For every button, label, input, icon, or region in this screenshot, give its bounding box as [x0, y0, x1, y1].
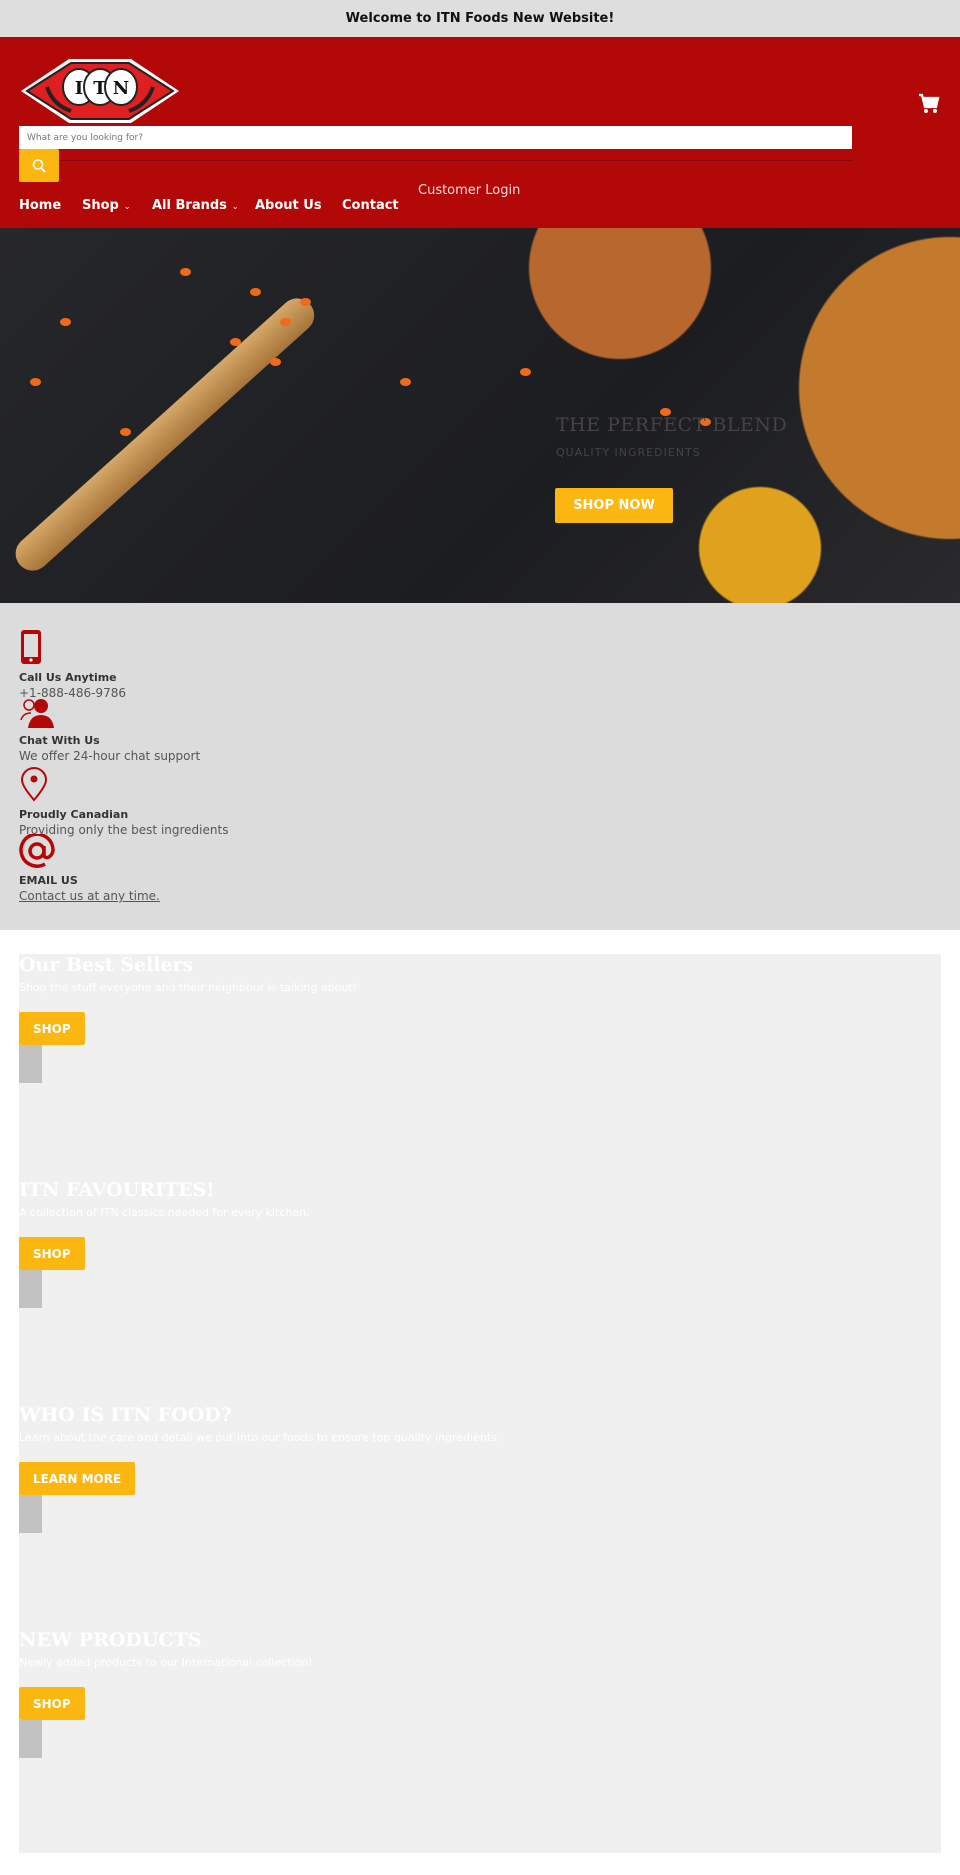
hero-title: THE PERFECT BLEND	[556, 414, 788, 436]
section-title: WHO IS ITN FOOD?	[19, 1404, 232, 1426]
shop-button[interactable]: SHOP	[19, 1237, 85, 1270]
svg-text:N: N	[113, 78, 129, 99]
nav-home[interactable]: Home	[19, 198, 61, 213]
section-favourites: ITN FAVOURITES! A collection of ITN clas…	[19, 1179, 310, 1308]
section-title: Our Best Sellers	[19, 954, 194, 976]
image-placeholder	[19, 1720, 42, 1758]
hero-subtitle: QUALITY INGREDIENTS	[556, 446, 701, 459]
section-title: ITN FAVOURITES!	[19, 1179, 215, 1201]
nav-label: All Brands	[152, 198, 227, 213]
chevron-down-icon: ⌄	[123, 202, 131, 211]
contact-link[interactable]: Contact us at any time.	[19, 889, 160, 903]
section-text: Shop the stuff everyone and their neighb…	[19, 981, 358, 994]
at-icon	[19, 832, 55, 868]
image-placeholder	[19, 1270, 42, 1308]
hero-banner: THE PERFECT BLEND QUALITY INGREDIENTS SH…	[0, 228, 960, 603]
spoon-image	[8, 291, 322, 578]
image-placeholder	[19, 1045, 42, 1083]
section-title: NEW PRODUCTS	[19, 1629, 202, 1651]
learn-more-button[interactable]: LEARN MORE	[19, 1462, 136, 1495]
features-section: Call Us Anytime +1-888-486-9786 Chat Wit…	[0, 603, 960, 930]
feature-email: EMAIL US Contact us at any time.	[19, 832, 160, 903]
feature-chat: Chat With Us We offer 24-hour chat suppo…	[19, 698, 200, 763]
feature-call: Call Us Anytime +1-888-486-9786	[19, 629, 126, 700]
search-underline	[59, 149, 852, 161]
section-new-products: NEW PRODUCTS Newly added products to our…	[19, 1629, 313, 1758]
nav-all-brands[interactable]: All Brands ⌄	[152, 198, 239, 213]
nav-label: About Us	[255, 198, 322, 213]
shop-button[interactable]: SHOP	[19, 1687, 85, 1720]
shop-now-button[interactable]: SHOP NOW	[555, 488, 673, 523]
search-button[interactable]	[19, 149, 59, 182]
users-icon	[20, 699, 54, 728]
nav-label: Contact	[342, 198, 399, 213]
section-who-is-itn: WHO IS ITN FOOD? Learn about the care an…	[19, 1404, 500, 1533]
announcement-bar: Welcome to ITN Foods New Website!	[0, 0, 960, 37]
nav-label: Home	[19, 198, 62, 213]
nav-shop[interactable]: Shop ⌄	[82, 198, 131, 213]
search-input[interactable]	[19, 126, 852, 149]
feature-text: We offer 24-hour chat support	[19, 749, 201, 763]
collections-panel: Our Best Sellers Shop the stuff everyone…	[19, 954, 941, 1853]
feature-canadian: Proudly Canadian Providing only the best…	[19, 766, 228, 837]
search-icon	[32, 158, 46, 173]
feature-title: Call Us Anytime	[19, 671, 117, 684]
cart-icon[interactable]	[918, 93, 940, 115]
svg-text:T: T	[93, 78, 107, 99]
feature-title: Proudly Canadian	[19, 808, 129, 821]
section-text: Newly added products to our Internationa…	[19, 1656, 313, 1669]
feature-title: Chat With Us	[19, 734, 100, 747]
image-placeholder	[19, 1495, 42, 1533]
nav-label: Shop	[82, 198, 119, 213]
feature-text: Contact us at any time.	[19, 889, 160, 903]
shop-button[interactable]: SHOP	[19, 1012, 85, 1045]
feature-title: EMAIL US	[19, 874, 78, 887]
nav-about-us[interactable]: About Us	[255, 198, 322, 213]
nav-contact[interactable]: Contact	[342, 198, 399, 213]
site-header: I T N Customer Login Home Shop ⌄ All Bran…	[0, 37, 960, 228]
phone-icon	[21, 630, 41, 664]
section-best-sellers: Our Best Sellers Shop the stuff everyone…	[19, 954, 357, 1083]
chevron-down-icon: ⌄	[231, 202, 239, 211]
svg-text:I: I	[75, 78, 83, 99]
section-text: A collection of ITN classics needed for …	[19, 1206, 310, 1219]
section-text: Learn about the care and detail we put i…	[19, 1431, 501, 1444]
itn-logo[interactable]: I T N	[19, 57, 181, 125]
customer-login-link[interactable]: Customer Login	[418, 183, 520, 198]
location-pin-icon	[20, 767, 48, 802]
